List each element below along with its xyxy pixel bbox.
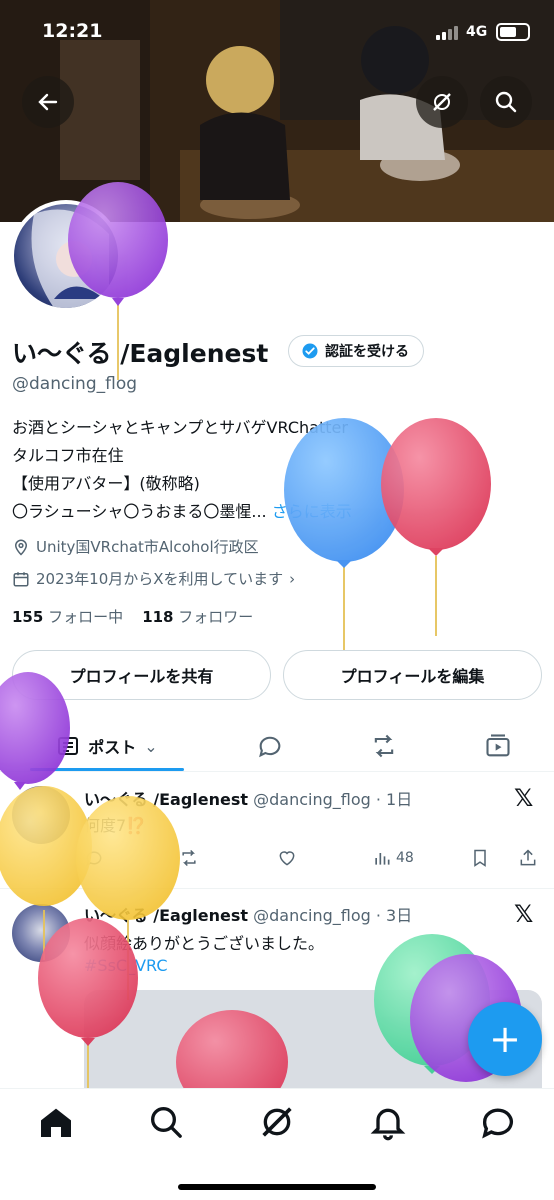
repost-button[interactable] <box>178 848 200 868</box>
bio-line: 〇ラシューシャ〇うおまる〇墨惺... <box>12 502 267 521</box>
edit-profile-button[interactable]: プロフィールを編集 <box>283 650 542 700</box>
search-icon <box>495 91 517 113</box>
profile-location: Unity国VRchat市Alcohol行政区 <box>12 536 259 557</box>
bio-line: タルコフ市在住 <box>12 446 124 465</box>
network-label: 4G <box>466 24 488 40</box>
calendar-icon <box>13 571 29 586</box>
views-count: 48 <box>396 850 414 866</box>
location-text: Unity国VRchat市Alcohol行政区 <box>36 538 259 556</box>
avatar-image <box>31 209 109 308</box>
bio-line: 【使用アバター】(敬称略) <box>12 474 200 493</box>
grok-icon <box>433 93 451 111</box>
post-text: 何度7⁉️ <box>84 816 147 835</box>
home-indicator <box>178 1184 376 1190</box>
bookmark-icon <box>474 849 486 867</box>
following-label: フォロー中 <box>48 608 124 626</box>
location-pin-icon <box>14 539 28 556</box>
chevron-down-icon: ⌄ <box>144 736 158 756</box>
posts-tab-icon <box>58 737 79 755</box>
reply-icon <box>86 851 102 867</box>
compose-button[interactable]: + <box>468 1002 542 1076</box>
reply-tab-icon <box>259 736 281 758</box>
tab-posts-label: ポスト <box>88 738 137 757</box>
get-verified-button[interactable]: 認証を受ける <box>288 335 424 367</box>
nav-grok[interactable] <box>257 1102 297 1142</box>
video-tab-icon <box>486 734 510 757</box>
tabs-divider <box>0 771 554 772</box>
signal-icon <box>436 26 462 40</box>
repost-tab-icon <box>374 734 394 758</box>
tab-replies[interactable] <box>236 724 304 768</box>
chat-bubble-icon <box>482 1108 513 1139</box>
nav-notifications[interactable] <box>368 1102 408 1142</box>
bell-icon <box>370 1108 406 1141</box>
tab-reposts[interactable] <box>350 724 418 768</box>
profile-joined[interactable]: 2023年10月からXを利用しています › <box>12 568 295 589</box>
views-icon <box>375 853 390 865</box>
bio-line: お酒とシーシャとキャンプとサバゲVRChatter <box>12 418 348 437</box>
back-arrow-icon <box>38 93 58 111</box>
verified-badge-icon <box>302 343 318 359</box>
followers-count: 118 <box>142 608 174 626</box>
nav-messages[interactable] <box>478 1102 518 1142</box>
post-avatar[interactable] <box>12 904 70 962</box>
share-button[interactable] <box>518 848 538 868</box>
profile-bio: お酒とシーシャとキャンプとサバゲVRChatter タルコフ市在住 【使用アバタ… <box>12 414 532 526</box>
x-logo-icon[interactable]: 𝕏 <box>514 784 533 812</box>
reply-button[interactable] <box>84 848 104 868</box>
heart-icon <box>279 851 295 866</box>
post-author[interactable]: い〜ぐる /Eaglenest <box>84 790 248 809</box>
following-count: 155 <box>12 608 44 626</box>
post-handle-time: @dancing_flog · 3日 <box>253 906 413 925</box>
post-header: い〜ぐる /Eaglenest @dancing_flog · 3日 <box>84 902 412 926</box>
get-verified-label: 認証を受ける <box>325 344 409 360</box>
plus-icon: + <box>489 1017 521 1061</box>
tab-posts[interactable]: ポスト ⌄ <box>30 724 184 768</box>
post-hashtag[interactable]: #SsC_VRC <box>84 956 168 975</box>
post-text: 似顔絵ありがとうございました。 <box>84 934 325 953</box>
profile-name: い〜ぐる /Eaglenest <box>12 339 269 368</box>
battery-icon <box>496 23 530 41</box>
post-header: い〜ぐる /Eaglenest @dancing_flog · 1日 <box>84 786 412 810</box>
followers-link[interactable]: 118 フォロワー <box>142 608 253 626</box>
nav-search[interactable] <box>146 1102 186 1142</box>
grok-button[interactable] <box>416 76 468 128</box>
search-icon <box>151 1107 182 1138</box>
like-button[interactable] <box>276 848 298 868</box>
bookmark-button[interactable] <box>470 848 490 868</box>
grok-icon <box>262 1107 292 1137</box>
nav-home[interactable] <box>36 1102 76 1142</box>
share-icon <box>520 849 536 866</box>
back-button[interactable] <box>22 76 74 128</box>
tab-media[interactable] <box>464 724 532 768</box>
profile-avatar[interactable] <box>10 200 122 312</box>
repost-icon <box>182 849 196 867</box>
status-time: 12:21 <box>42 20 103 42</box>
search-button[interactable] <box>480 76 532 128</box>
profile-handle: @dancing_flog <box>12 374 138 394</box>
views-button[interactable]: 48 <box>372 848 414 868</box>
home-icon <box>41 1108 71 1137</box>
show-more-link[interactable]: さらに表示 <box>272 502 352 521</box>
post-divider <box>0 888 554 889</box>
chevron-right-icon: › <box>289 569 296 588</box>
x-logo-icon[interactable]: 𝕏 <box>514 900 533 928</box>
post-avatar[interactable] <box>12 786 70 844</box>
follow-counts: 155 フォロー中 118 フォロワー <box>12 606 253 627</box>
followers-label: フォロワー <box>178 608 254 626</box>
joined-text: 2023年10月からXを利用しています <box>36 570 284 588</box>
post-author[interactable]: い〜ぐる /Eaglenest <box>84 906 248 925</box>
following-link[interactable]: 155 フォロー中 <box>12 608 123 626</box>
share-profile-button[interactable]: プロフィールを共有 <box>12 650 271 700</box>
post-handle-time: @dancing_flog · 1日 <box>253 790 413 809</box>
